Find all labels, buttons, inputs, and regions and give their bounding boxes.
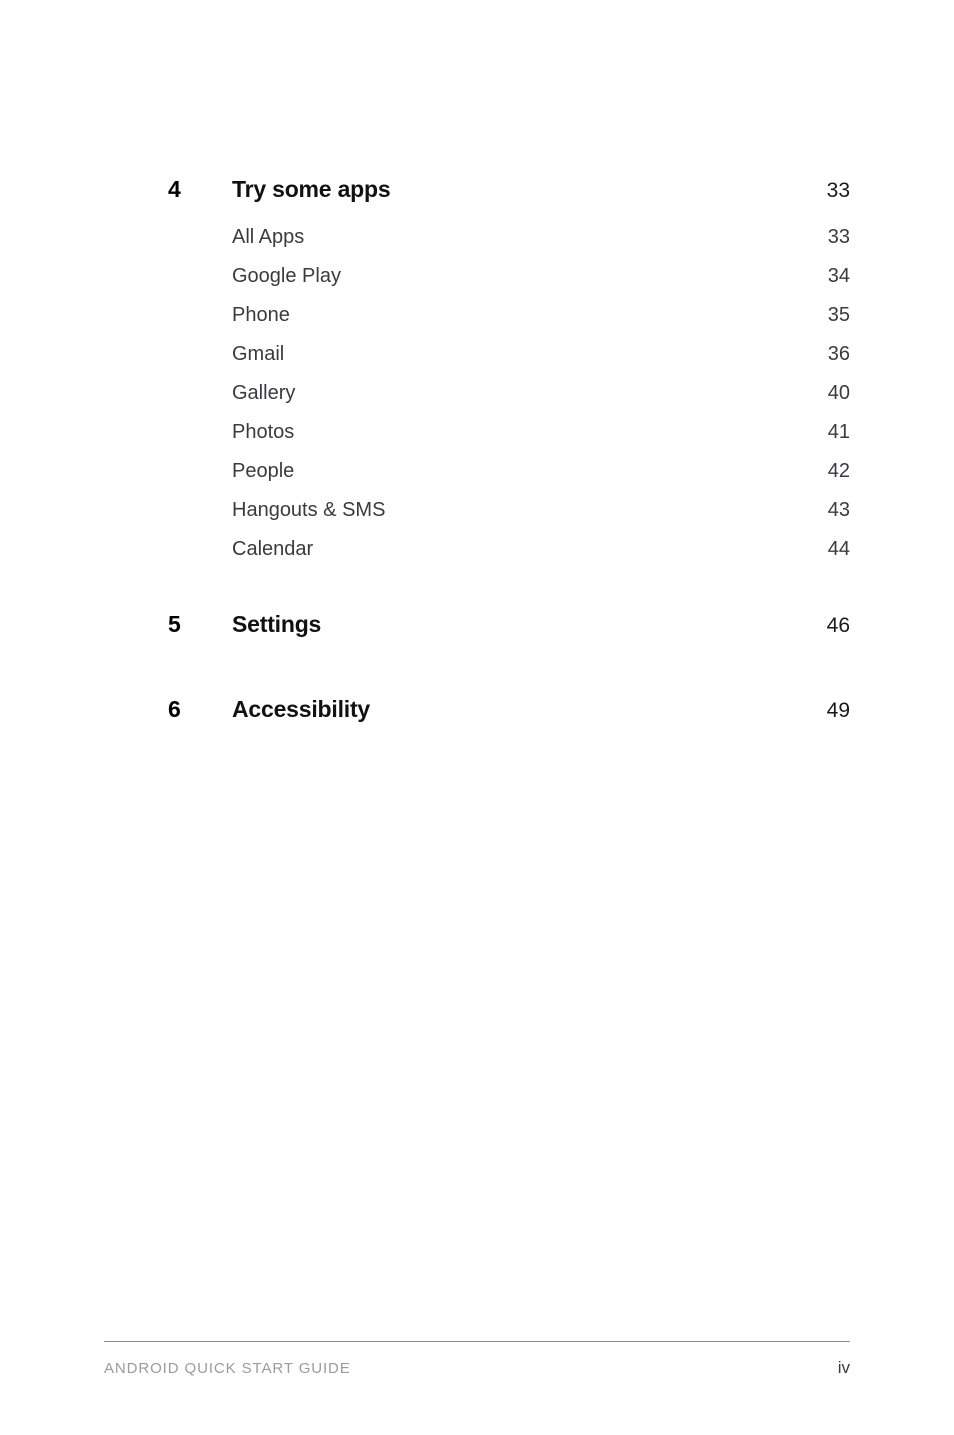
- toc-chapter-heading[interactable]: 5 Settings 46: [168, 611, 850, 653]
- entry-page-number: 36: [827, 343, 850, 365]
- entry-page-number: 40: [827, 382, 850, 404]
- entry-page-number: 43: [827, 499, 850, 521]
- document-page: 4 Try some apps 33 All Apps 33 Google Pl…: [0, 0, 954, 1435]
- chapter-number: 5: [168, 611, 181, 637]
- entry-label: Gmail: [232, 343, 285, 365]
- toc-chapter-heading[interactable]: 6 Accessibility 49: [168, 696, 850, 738]
- chapter-number: 4: [168, 176, 181, 202]
- entry-label: Photos: [232, 421, 295, 443]
- toc-chapter-6: 6 Accessibility 49: [168, 696, 850, 738]
- entry-page-number: 33: [827, 226, 850, 248]
- entry-label: Hangouts & SMS: [232, 499, 386, 521]
- toc-entry-gallery[interactable]: Gallery 40: [168, 382, 850, 421]
- page-footer: ANDROID QUICK START GUIDE iv: [104, 1341, 850, 1378]
- toc-entry-hangouts-sms[interactable]: Hangouts & SMS 43: [168, 499, 850, 538]
- chapter-title: Settings: [232, 611, 322, 637]
- chapter-page-number: 33: [826, 179, 850, 202]
- chapter-page-number: 46: [826, 614, 850, 637]
- toc-entry-all-apps[interactable]: All Apps 33: [168, 226, 850, 265]
- entry-page-number: 41: [827, 421, 850, 443]
- entry-label: Google Play: [232, 265, 341, 287]
- toc-entry-gmail[interactable]: Gmail 36: [168, 343, 850, 382]
- entry-label: Phone: [232, 304, 290, 326]
- toc-chapter-heading[interactable]: 4 Try some apps 33: [168, 176, 850, 218]
- chapter-title: Accessibility: [232, 696, 371, 722]
- table-of-contents: 4 Try some apps 33 All Apps 33 Google Pl…: [168, 176, 850, 738]
- entry-page-number: 44: [827, 538, 850, 560]
- footer-divider: [104, 1341, 850, 1342]
- footer-document-title: ANDROID QUICK START GUIDE: [104, 1360, 351, 1377]
- toc-entry-calendar[interactable]: Calendar 44: [168, 538, 850, 577]
- chapter-number: 6: [168, 696, 181, 722]
- toc-entry-photos[interactable]: Photos 41: [168, 421, 850, 460]
- footer-content: ANDROID QUICK START GUIDE iv: [104, 1358, 850, 1378]
- entry-label: Calendar: [232, 538, 314, 560]
- entry-page-number: 42: [827, 460, 850, 482]
- entry-label: All Apps: [232, 226, 305, 248]
- toc-chapter-5: 5 Settings 46: [168, 611, 850, 653]
- toc-chapter-4: 4 Try some apps 33 All Apps 33 Google Pl…: [168, 176, 850, 577]
- entry-page-number: 35: [827, 304, 850, 326]
- toc-entry-list: All Apps 33 Google Play 34 Phone 35 Gmai…: [168, 226, 850, 577]
- footer-page-number: iv: [837, 1358, 850, 1377]
- toc-entry-phone[interactable]: Phone 35: [168, 304, 850, 343]
- entry-label: People: [232, 460, 295, 482]
- entry-label: Gallery: [232, 382, 296, 404]
- chapter-title: Try some apps: [232, 176, 391, 202]
- toc-entry-people[interactable]: People 42: [168, 460, 850, 499]
- chapter-page-number: 49: [826, 699, 850, 722]
- entry-page-number: 34: [827, 265, 850, 287]
- toc-entry-google-play[interactable]: Google Play 34: [168, 265, 850, 304]
